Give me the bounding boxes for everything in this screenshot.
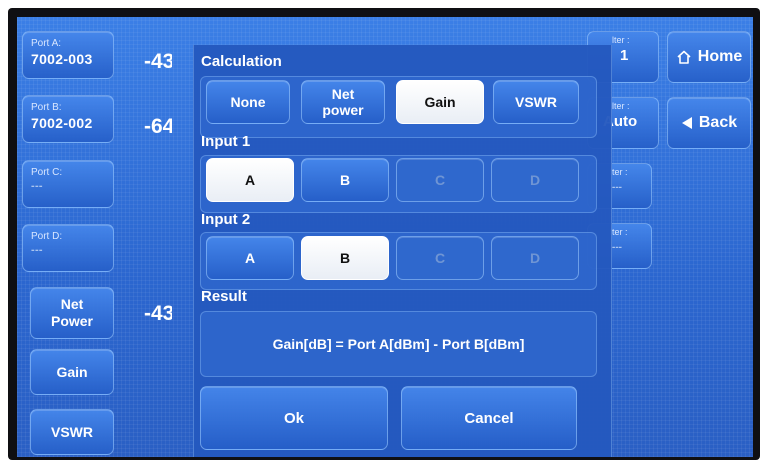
- back-icon: [681, 116, 693, 130]
- touch-screen: Port A: 7002-003 Port B: 7002-002 Port C…: [17, 17, 753, 457]
- port-b-button[interactable]: Port B: 7002-002: [22, 95, 114, 143]
- result-panel: Gain[dB] = Port A[dBm] - Port B[dBm]: [200, 311, 597, 377]
- back-label: Back: [698, 114, 738, 131]
- input1-option-a[interactable]: A: [206, 158, 294, 202]
- input1-option-c[interactable]: C: [396, 158, 484, 202]
- cancel-button[interactable]: Cancel: [401, 386, 577, 450]
- port-c-label: Port C:: [31, 167, 63, 178]
- input1-label: Input 1: [201, 133, 251, 150]
- input2-option-b[interactable]: B: [301, 236, 389, 280]
- port-a-reading: -43: [144, 50, 172, 73]
- back-button[interactable]: Back: [667, 97, 751, 149]
- result-label: Result: [201, 288, 247, 305]
- port-b-label: Port B:: [31, 102, 62, 113]
- calc-option-none[interactable]: None: [206, 80, 290, 124]
- input2-option-d[interactable]: D: [491, 236, 579, 280]
- gain-button[interactable]: Gain: [30, 349, 114, 395]
- ok-button[interactable]: Ok: [200, 386, 388, 450]
- port-c-button[interactable]: Port C: ---: [22, 160, 114, 208]
- port-c-value: ---: [31, 180, 43, 192]
- filter-c-label: lter :: [610, 167, 628, 177]
- input2-label: Input 2: [201, 211, 251, 228]
- port-a-button[interactable]: Port A: 7002-003: [22, 31, 114, 79]
- filter-b-label: lter :: [612, 101, 630, 111]
- port-b-reading: -64: [144, 115, 172, 138]
- input2-option-a[interactable]: A: [206, 236, 294, 280]
- port-d-label: Port D:: [31, 231, 63, 242]
- port-a-value: 7002-003: [31, 51, 93, 67]
- filter-a-value: 1: [620, 47, 629, 64]
- input1-option-d[interactable]: D: [491, 158, 579, 202]
- vswr-button[interactable]: VSWR: [30, 409, 114, 455]
- net-power-reading: -43: [144, 302, 172, 325]
- port-d-value: ---: [31, 244, 43, 256]
- port-d-button[interactable]: Port D: ---: [22, 224, 114, 272]
- input1-option-b[interactable]: B: [301, 158, 389, 202]
- filter-d-value: ---: [612, 242, 622, 253]
- calc-option-gain[interactable]: Gain: [396, 80, 484, 124]
- port-b-value: 7002-002: [31, 115, 93, 131]
- filter-a-label: lter :: [612, 35, 630, 45]
- calc-option-vswr[interactable]: VSWR: [493, 80, 579, 124]
- home-label: Home: [697, 48, 743, 65]
- input2-option-c[interactable]: C: [396, 236, 484, 280]
- result-formula: Gain[dB] = Port A[dBm] - Port B[dBm]: [272, 336, 525, 352]
- port-a-label: Port A:: [31, 38, 62, 49]
- net-power-button[interactable]: Net Power: [30, 287, 114, 339]
- filter-c-value: ---: [612, 182, 622, 193]
- calculation-label: Calculation: [201, 53, 282, 70]
- home-button[interactable]: Home: [667, 31, 751, 83]
- home-icon: [676, 49, 692, 65]
- calculation-dialog: Calculation None Net power Gain VSWR Inp…: [193, 45, 612, 457]
- filter-d-label: lter :: [610, 227, 628, 237]
- calc-option-net-power[interactable]: Net power: [301, 80, 385, 124]
